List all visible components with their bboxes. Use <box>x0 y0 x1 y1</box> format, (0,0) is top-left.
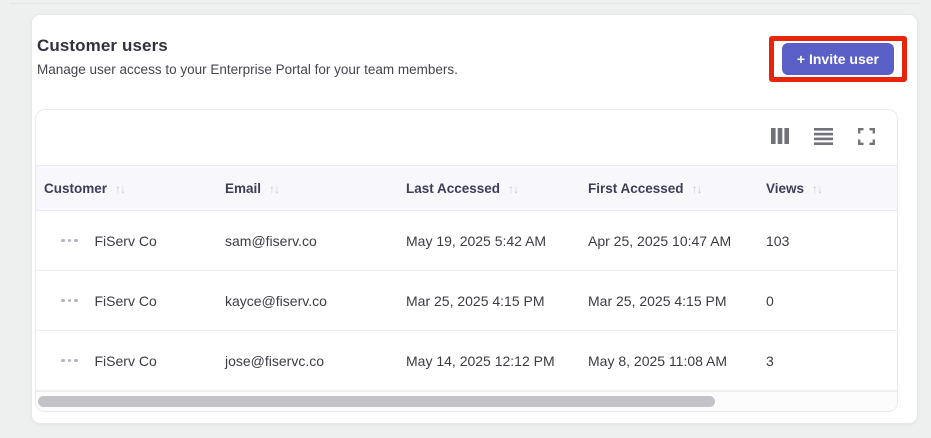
last-accessed-cell: May 14, 2025 12:12 PM <box>398 330 580 391</box>
sort-icon: ↑↓ <box>115 181 126 196</box>
customer-cell: FiServ Co <box>36 270 217 331</box>
views-cell: 103 <box>758 210 897 271</box>
table-header-row: Customer ↑↓ Email ↑↓ Last Accessed ↑↓ First… <box>36 165 897 211</box>
top-divider <box>10 3 921 4</box>
page-subtitle: Manage user access to your Enterprise Po… <box>37 62 458 77</box>
horizontal-scrollbar-thumb[interactable] <box>38 396 716 407</box>
customer-name: FiServ Co <box>94 232 157 249</box>
sort-icon: ↑↓ <box>812 181 823 196</box>
table-toolbar <box>36 110 897 165</box>
email-cell: jose@fiservc.co <box>217 330 398 391</box>
last-accessed-cell: May 19, 2025 5:42 AM <box>398 210 580 271</box>
card-header: Customer users Manage user access to you… <box>32 15 917 82</box>
table-row: FiServ Co jose@fiservc.co May 14, 2025 1… <box>36 330 897 391</box>
customer-cell: FiServ Co <box>36 330 217 391</box>
views-cell: 3 <box>758 330 897 391</box>
column-label: Last Accessed <box>406 180 501 196</box>
column-header-first-accessed[interactable]: First Accessed ↑↓ <box>580 165 758 211</box>
customer-cell: FiServ Co <box>36 210 217 271</box>
column-label: Views <box>766 180 805 196</box>
customer-users-card: Customer users Manage user access to you… <box>31 14 918 424</box>
views-cell: 0 <box>758 270 897 331</box>
first-accessed-cell: Apr 25, 2025 10:47 AM <box>580 210 758 271</box>
fullscreen-icon <box>857 127 875 148</box>
email-cell: sam@fiserv.co <box>217 210 398 271</box>
sort-icon: ↑↓ <box>269 181 280 196</box>
header-text-block: Customer users Manage user access to you… <box>37 36 458 77</box>
row-actions-menu-icon[interactable] <box>61 235 78 247</box>
last-accessed-cell: Mar 25, 2025 4:15 PM <box>398 270 580 331</box>
row-density-icon <box>813 127 833 148</box>
row-actions-menu-icon[interactable] <box>61 295 78 307</box>
column-header-email[interactable]: Email ↑↓ <box>217 165 398 211</box>
customer-name: FiServ Co <box>94 352 157 369</box>
customer-name: FiServ Co <box>94 292 157 309</box>
horizontal-scrollbar-track[interactable] <box>36 391 897 411</box>
column-label: First Accessed <box>588 180 684 196</box>
sort-icon: ↑↓ <box>691 181 703 196</box>
column-header-views[interactable]: Views ↑↓ <box>758 165 897 211</box>
column-header-customer[interactable]: Customer ↑↓ <box>36 165 217 211</box>
column-label: Customer <box>44 180 108 196</box>
table-row: FiServ Co sam@fiserv.co May 19, 2025 5:4… <box>36 210 897 271</box>
row-density-button[interactable] <box>813 127 833 148</box>
fullscreen-button[interactable] <box>856 127 876 148</box>
first-accessed-cell: May 8, 2025 11:08 AM <box>580 330 758 391</box>
column-label: Email <box>225 180 262 196</box>
row-actions-menu-icon[interactable] <box>61 355 78 367</box>
sort-icon: ↑↓ <box>508 181 519 196</box>
table-row: FiServ Co kayce@fiserv.co Mar 25, 2025 4… <box>36 270 897 331</box>
page-title: Customer users <box>37 36 168 55</box>
invite-user-button[interactable]: + Invite user <box>781 43 894 75</box>
users-table-panel: Customer ↑↓ Email ↑↓ Last Accessed ↑↓ First… <box>35 109 898 412</box>
column-header-last-accessed[interactable]: Last Accessed ↑↓ <box>398 165 580 211</box>
users-table: Customer ↑↓ Email ↑↓ Last Accessed ↑↓ First… <box>36 165 897 391</box>
columns-icon <box>771 128 789 147</box>
email-cell: kayce@fiserv.co <box>217 270 398 331</box>
columns-button[interactable] <box>770 128 790 148</box>
annotation-highlight-box: + Invite user <box>768 36 907 82</box>
first-accessed-cell: Mar 25, 2025 4:15 PM <box>580 270 758 331</box>
